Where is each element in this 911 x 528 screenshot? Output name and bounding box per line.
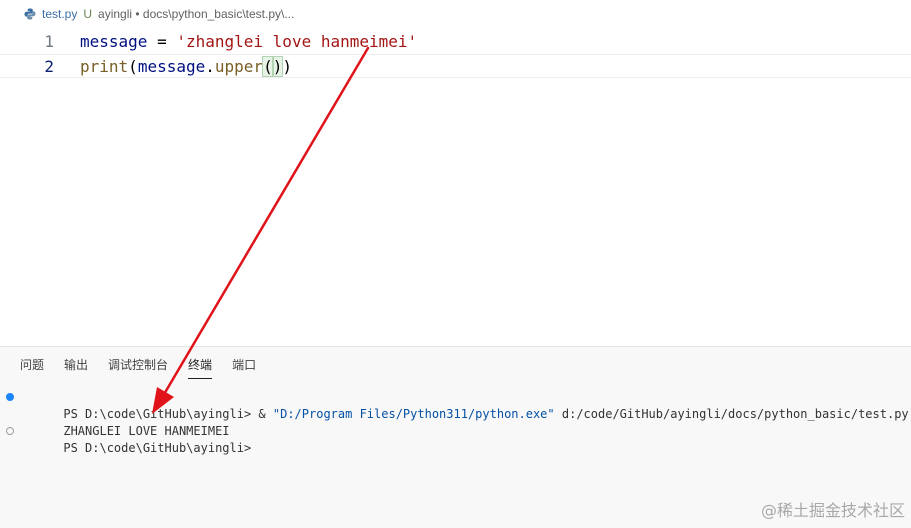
- tab-output[interactable]: 输出: [54, 347, 98, 383]
- line-code: print(message.upper()): [80, 55, 292, 79]
- terminal-prompt: PS D:\code\GitHub\ayingli>: [63, 441, 252, 455]
- command-pending-dot-icon: [6, 427, 14, 435]
- token-paren-highlight: (: [262, 56, 274, 77]
- token-paren: (: [128, 57, 138, 76]
- terminal-output-line: ZHANGLEI LOVE HANMEIMEI: [0, 406, 911, 438]
- line-number: 2: [44, 57, 54, 76]
- token-function: print: [80, 57, 129, 76]
- token-dot: .: [205, 57, 215, 76]
- token-operator: =: [147, 32, 177, 51]
- line-number: 1: [44, 32, 54, 51]
- tab-problems[interactable]: 问题: [10, 347, 54, 383]
- terminal-line: PS D:\code\GitHub\ayingli>: [0, 423, 911, 455]
- token-paren: ): [282, 57, 292, 76]
- python-file-icon: [24, 8, 36, 20]
- code-line-1[interactable]: 1 message = 'zhanglei love hanmeimei': [0, 30, 911, 54]
- token-paren-highlight: ): [271, 56, 284, 77]
- git-status-badge: U: [83, 7, 93, 21]
- breadcrumb-file[interactable]: test.py: [42, 7, 77, 21]
- watermark: @稀土掘金技术社区: [760, 501, 905, 520]
- terminal[interactable]: PS D:\code\GitHub\ayingli> & "D:/Program…: [0, 389, 911, 455]
- token-method: upper: [214, 57, 264, 76]
- tab-debug-console[interactable]: 调试控制台: [98, 347, 178, 383]
- code-line-2[interactable]: 2 print(message.upper()): [0, 54, 911, 78]
- command-success-dot-icon: [6, 393, 14, 401]
- line-code: message = 'zhanglei love hanmeimei': [80, 30, 417, 54]
- token-string: 'zhanglei love hanmeimei': [176, 32, 418, 51]
- token-variable: message: [80, 32, 148, 51]
- tab-terminal[interactable]: 终端: [178, 347, 222, 383]
- panel-tabs: 问题 输出 调试控制台 终端 端口: [0, 347, 266, 383]
- breadcrumb: test.py U ayingli • docs\python_basic\te…: [0, 0, 911, 28]
- terminal-line: PS D:\code\GitHub\ayingli> & "D:/Program…: [0, 389, 911, 421]
- breadcrumb-path[interactable]: ayingli • docs\python_basic\test.py\...: [98, 7, 294, 21]
- tab-ports[interactable]: 端口: [222, 347, 266, 383]
- token-variable: message: [137, 57, 206, 76]
- code-editor[interactable]: 1 message = 'zhanglei love hanmeimei' 2 …: [0, 28, 911, 346]
